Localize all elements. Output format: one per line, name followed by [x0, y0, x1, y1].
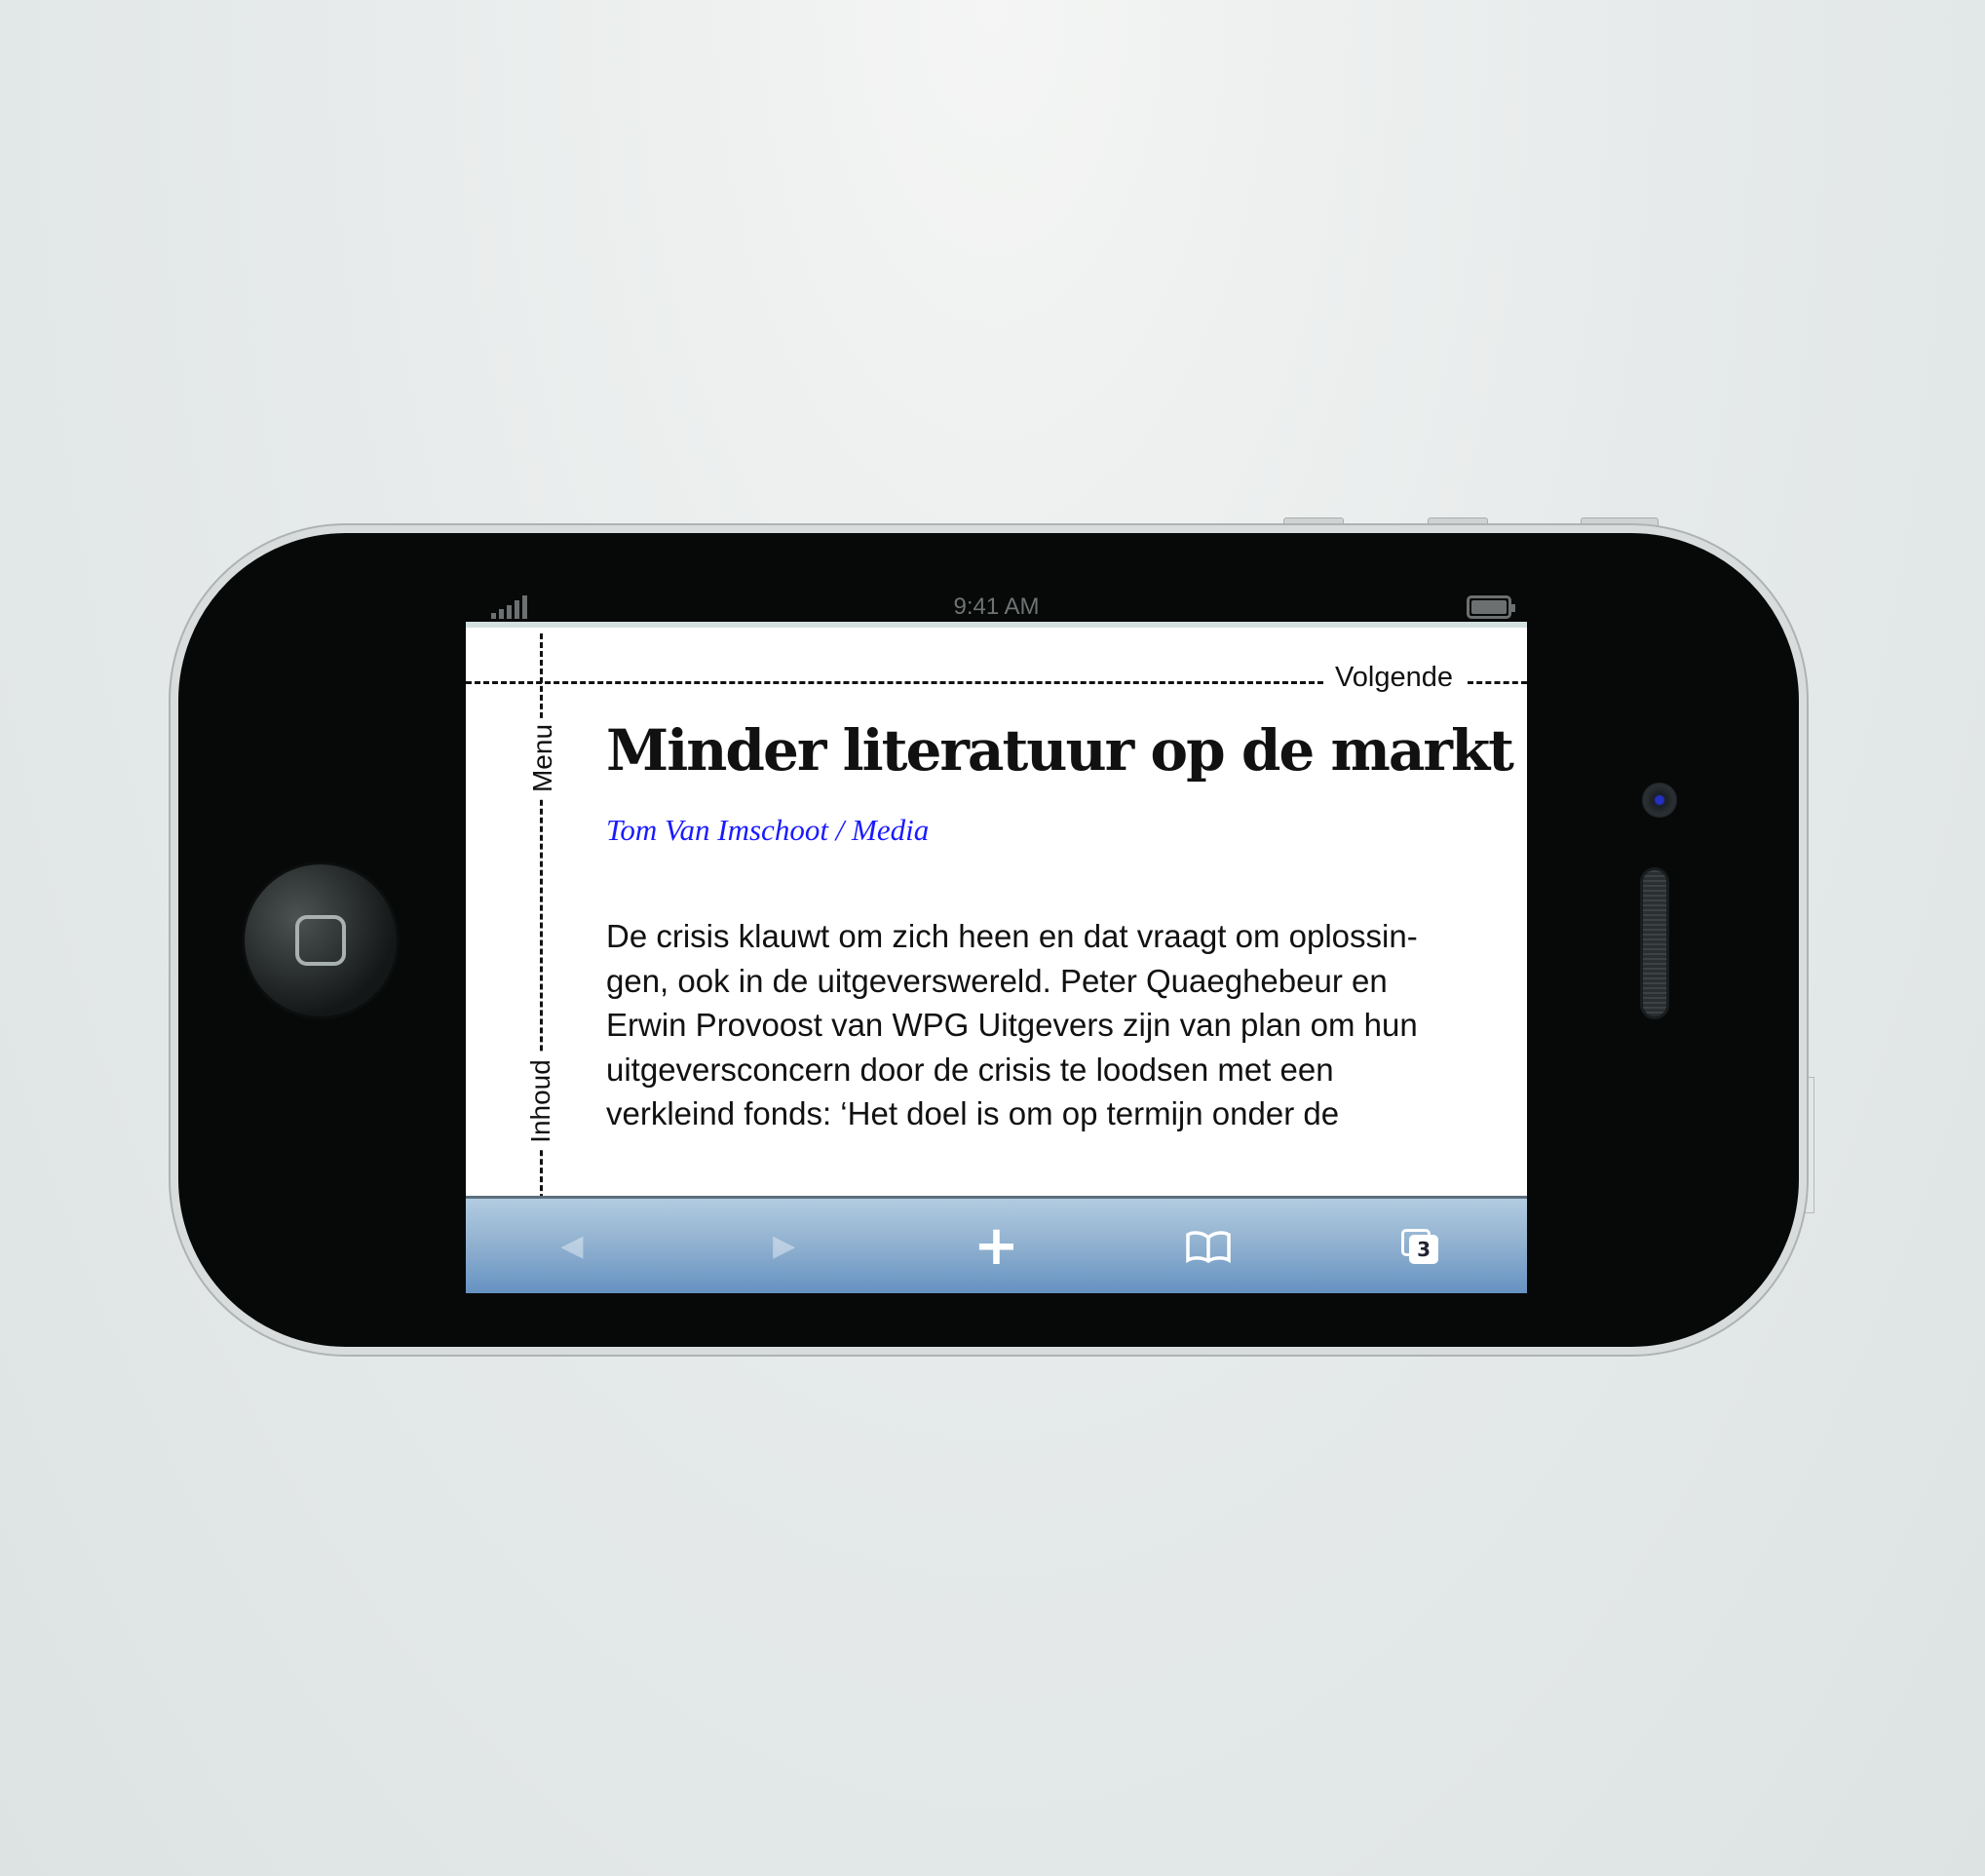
- article-byline[interactable]: Tom Van Imschoot / Media: [606, 813, 929, 848]
- battery-icon: [1467, 595, 1515, 619]
- browser-toolbar: ◀ ▶ + 3: [466, 1196, 1527, 1293]
- article-title: Minder literatuur op de markt: [606, 717, 1514, 784]
- add-button[interactable]: +: [967, 1214, 1025, 1278]
- book-icon: [1186, 1230, 1232, 1263]
- status-time: 9:41 AM: [953, 593, 1040, 620]
- back-icon: ◀: [560, 1229, 584, 1263]
- tabs-icon: 3: [1401, 1228, 1440, 1264]
- speaker-grille: [1640, 867, 1669, 1019]
- screen: 9:41 AM Volgende Menu Inhoud Minder lite…: [466, 586, 1527, 1293]
- next-link[interactable]: Volgende: [1331, 662, 1457, 694]
- back-button[interactable]: ◀: [543, 1222, 601, 1271]
- body-line: Erwin Provoost van WPG Uitgevers zijn va…: [606, 1007, 1418, 1043]
- bookmarks-button[interactable]: [1179, 1222, 1238, 1271]
- tabs-count: 3: [1409, 1234, 1439, 1264]
- body-line: verkleind fonds: ‘Het doel is om op term…: [606, 1095, 1340, 1131]
- menu-link[interactable]: Menu: [527, 717, 559, 799]
- article-body: De crisis klauwt om zich heen en dat vra…: [606, 914, 1503, 1136]
- body-line: uitgeversconcern door de crisis te loods…: [606, 1051, 1334, 1088]
- forward-button[interactable]: ▶: [755, 1222, 814, 1271]
- contents-link[interactable]: Inhoud: [524, 1053, 556, 1149]
- forward-icon: ▶: [773, 1229, 796, 1263]
- body-line: De crisis klauwt om zich heen en dat vra…: [606, 918, 1418, 954]
- camera-icon: [1642, 783, 1677, 818]
- divider-horizontal: [466, 681, 1323, 684]
- body-line: gen, ook in de uitgeverswereld. Peter Qu…: [606, 962, 1388, 999]
- status-bar: 9:41 AM: [466, 586, 1527, 628]
- home-button[interactable]: [245, 864, 397, 1016]
- home-square-icon: [295, 915, 346, 966]
- tabs-button[interactable]: 3: [1392, 1222, 1450, 1271]
- divider-horizontal: [1468, 681, 1527, 684]
- plus-icon: +: [973, 1214, 1019, 1278]
